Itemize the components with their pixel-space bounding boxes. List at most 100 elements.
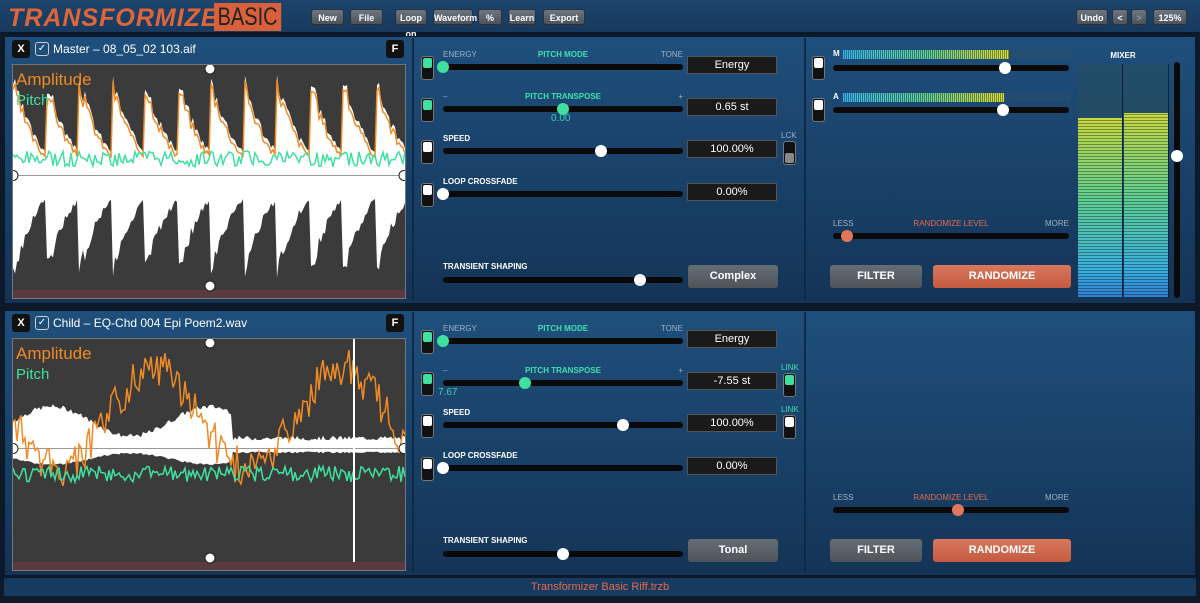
m-volume-slider[interactable] (833, 62, 1069, 74)
lock-label: LCK (781, 131, 797, 140)
marker-handle[interactable] (204, 338, 216, 349)
loop_crossfade-value[interactable]: 0.00% (687, 457, 777, 475)
divider (804, 312, 806, 572)
pitch-transpose-toggle[interactable] (421, 98, 434, 122)
mixer-label: MIXER (1110, 51, 1136, 60)
pitch-mode-slider[interactable] (437, 61, 683, 73)
close-track-button[interactable]: X (12, 314, 30, 332)
randomize-level-slider[interactable] (833, 504, 1069, 516)
randomize-button[interactable]: RANDOMIZE (933, 265, 1071, 288)
transient-mode-button[interactable]: Tonal (688, 539, 778, 562)
lock-toggle[interactable] (783, 141, 796, 165)
new-button[interactable]: New (311, 9, 344, 25)
undo-button[interactable]: Undo (1076, 9, 1108, 25)
track-enable-checkbox[interactable]: ✓ (35, 42, 49, 56)
marker-handle[interactable] (12, 443, 19, 455)
pitch-mode-toggle[interactable] (421, 330, 434, 354)
loop-on-button[interactable]: Loop on (395, 9, 427, 39)
slider-thumb[interactable] (996, 104, 1009, 116)
marker-handle[interactable] (204, 280, 216, 292)
filter-button[interactable]: FILTER (830, 265, 922, 288)
marker-handle[interactable] (398, 443, 406, 455)
slider-thumb[interactable] (952, 504, 965, 516)
slider-thumb[interactable] (557, 548, 569, 560)
f-button[interactable]: F (386, 40, 404, 58)
speed-toggle[interactable] (421, 140, 434, 164)
pitch_mode-value[interactable]: Energy (687, 330, 777, 348)
slider-thumb[interactable] (437, 335, 449, 347)
speed-toggle[interactable] (421, 414, 434, 438)
amplitude-envelope (13, 74, 405, 278)
waveform-display[interactable] (12, 338, 406, 571)
export-button[interactable]: Export (543, 9, 585, 25)
slider-thumb[interactable] (437, 61, 449, 73)
pitch_mode-value[interactable]: Energy (687, 56, 777, 74)
randomize-level-slider[interactable] (833, 230, 1069, 242)
speed-slider[interactable] (443, 145, 683, 157)
speed-value[interactable]: 100.00% (687, 140, 777, 158)
link-toggle[interactable] (783, 415, 796, 439)
amplitude-label: Amplitude (16, 70, 92, 89)
loop-crossfade-toggle[interactable] (421, 457, 434, 481)
pitch-curve (13, 463, 405, 485)
slider-thumb[interactable] (437, 462, 449, 474)
pitch_transpose-right-label: + (678, 92, 683, 101)
footer-filename: Transformizer Basic Riff.trzb (4, 578, 1196, 596)
transient-title: TRANSIENT SHAPING (443, 536, 528, 545)
divider (804, 38, 806, 300)
transient-title: TRANSIENT SHAPING (443, 262, 528, 271)
mixer-volume-slider[interactable] (1171, 62, 1183, 298)
marker-handle[interactable] (398, 169, 406, 181)
a-toggle[interactable] (812, 98, 825, 122)
link-label: LINK (781, 363, 799, 372)
loop-crossfade-slider[interactable] (437, 188, 683, 200)
back-button[interactable]: < (1112, 9, 1128, 25)
pitch-mode-slider[interactable] (437, 335, 683, 347)
randomize-button[interactable]: RANDOMIZE (933, 539, 1071, 562)
loop_crossfade-value[interactable]: 0.00% (687, 183, 777, 201)
percent-button[interactable]: % (478, 9, 502, 25)
learn-button[interactable]: Learn (508, 9, 536, 25)
pitch_transpose-value[interactable]: 0.65 st (687, 98, 777, 116)
f-button[interactable]: F (386, 314, 404, 332)
marker-handle[interactable] (204, 552, 216, 564)
speed-slider[interactable] (443, 419, 683, 431)
transpose-readout: 7.67 (438, 387, 458, 398)
pitch-transpose-slider[interactable] (443, 377, 683, 389)
a-label: A (833, 92, 839, 101)
link-toggle[interactable] (783, 373, 796, 397)
transient-mode-button[interactable]: Complex (688, 265, 778, 288)
a-volume-slider[interactable] (833, 104, 1069, 116)
pitch_transpose-value[interactable]: -7.55 st (687, 372, 777, 390)
marker-handle[interactable] (204, 64, 216, 75)
slider-thumb[interactable] (437, 188, 449, 200)
waveform-display[interactable] (12, 64, 406, 299)
transient-shaping-slider[interactable] (443, 274, 683, 286)
loop-crossfade-toggle[interactable] (421, 183, 434, 207)
marker-handle[interactable] (12, 169, 19, 181)
pitch-label: Pitch (16, 366, 50, 383)
waveform-button[interactable]: Waveform (433, 9, 477, 25)
edition-badge: BASIC (214, 3, 282, 31)
slider-thumb[interactable] (633, 274, 646, 286)
transient-shaping-slider[interactable] (443, 548, 683, 560)
transpose-readout: 0.00 (551, 113, 571, 124)
forward-button[interactable]: > (1131, 9, 1147, 25)
filter-button[interactable]: FILTER (830, 539, 922, 562)
m-toggle[interactable] (812, 56, 825, 80)
loop_crossfade-title: LOOP CROSSFADE (443, 177, 518, 186)
zoom-button[interactable]: 125% (1153, 9, 1187, 25)
amplitude-label: Amplitude (16, 344, 92, 363)
file-button[interactable]: File (350, 9, 383, 25)
pitch-transpose-toggle[interactable] (421, 372, 434, 396)
track-enable-checkbox[interactable]: ✓ (35, 316, 49, 330)
randomize-more-label: MORE (1045, 219, 1069, 228)
close-track-button[interactable]: X (12, 40, 30, 58)
pitch-mode-toggle[interactable] (421, 56, 434, 80)
loop-crossfade-slider[interactable] (437, 462, 683, 474)
pitch-transpose-slider[interactable] (443, 103, 683, 115)
speed-value[interactable]: 100.00% (687, 414, 777, 432)
slider-thumb[interactable] (518, 377, 531, 389)
slider-thumb[interactable] (617, 419, 629, 431)
divider (412, 38, 414, 300)
